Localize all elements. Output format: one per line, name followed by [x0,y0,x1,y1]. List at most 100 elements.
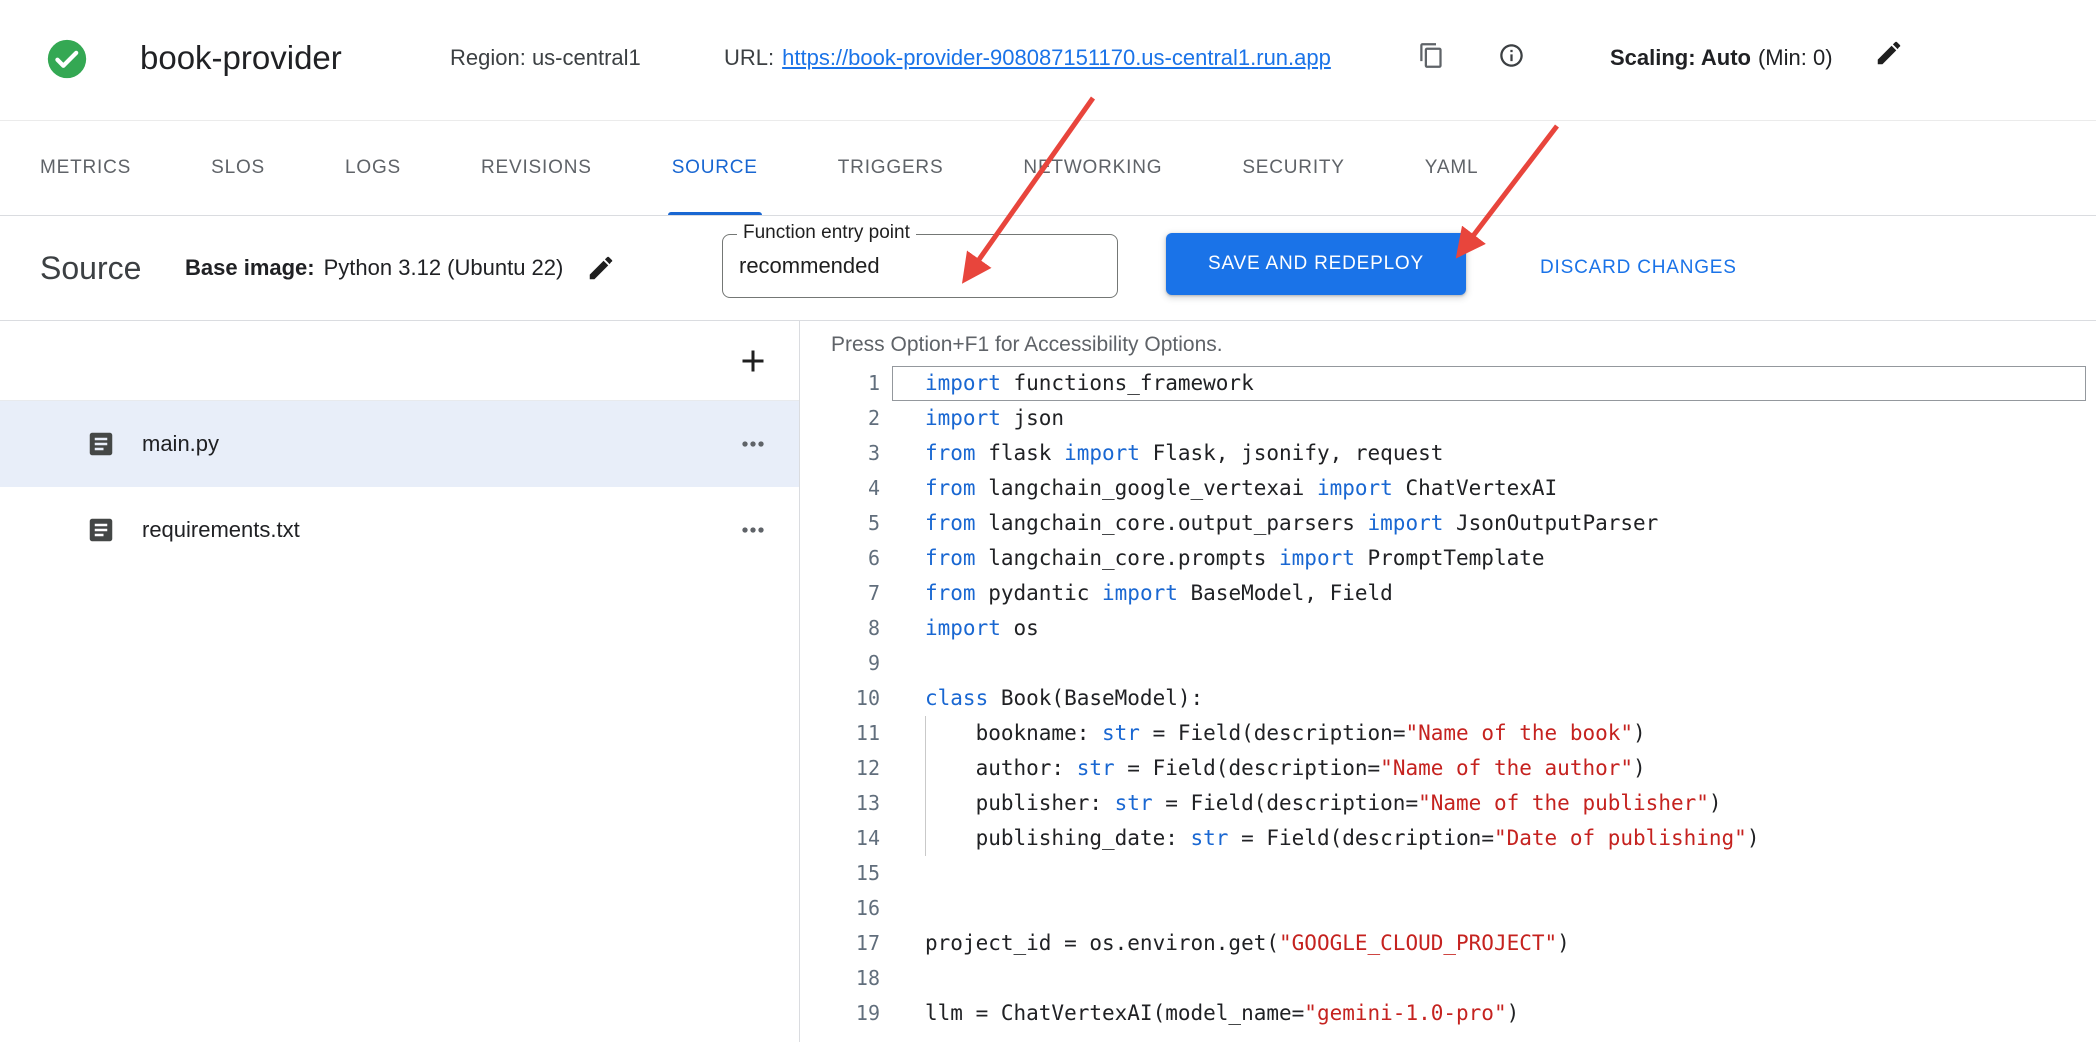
line-number: 18 [801,961,880,996]
line-code: import functions_framework [892,366,2086,401]
service-header: book-provider Region: us-central1 URL: ht… [0,0,2096,121]
tab-bar: METRICSSLOSLOGSREVISIONSSOURCETRIGGERSNE… [0,121,2096,216]
source-toolbar: Source Base image: Python 3.12 (Ubuntu 2… [0,216,2096,321]
line-code [892,961,2086,996]
tab-networking[interactable]: NETWORKING [983,121,1202,215]
check-circle-icon [44,36,90,82]
line-code: project_id = os.environ.get("GOOGLE_CLOU… [892,926,2086,961]
line-number: 11 [801,716,880,751]
code-line[interactable]: 1 import functions_framework [801,366,2096,401]
base-image-group: Base image: Python 3.12 (Ubuntu 22) [185,216,616,320]
line-number: 6 [801,541,880,576]
code-line[interactable]: 8 import os [801,611,2096,646]
save-redeploy-button[interactable]: SAVE AND REDEPLOY [1166,233,1466,295]
line-code: llm = ChatVertexAI(model_name="gemini-1.… [892,996,2086,1031]
line-number: 4 [801,471,880,506]
line-number: 1 [801,366,880,401]
line-number: 14 [801,821,880,856]
code-line[interactable]: 5 from langchain_core.output_parsers impo… [801,506,2096,541]
line-code: from langchain_google_vertexai import Ch… [892,471,2086,506]
discard-changes-button[interactable]: DISCARD CHANGES [1540,216,1737,320]
tab-security[interactable]: SECURITY [1202,121,1384,215]
line-code: class Book(BaseModel): [892,681,2086,716]
scaling-status: Scaling: Auto (Min: 0) [1610,45,1833,71]
code-line[interactable]: 19 llm = ChatVertexAI(model_name="gemini-… [801,996,2096,1031]
line-number: 15 [801,856,880,891]
tab-yaml[interactable]: YAML [1385,121,1519,215]
line-code: from flask import Flask, jsonify, reques… [892,436,2086,471]
code-line[interactable]: 17 project_id = os.environ.get("GOOGLE_CL… [801,926,2096,961]
add-file-button[interactable] [731,339,775,383]
code-line[interactable]: 7 from pydantic import BaseModel, Field [801,576,2096,611]
file-name: main.py [142,431,733,457]
line-number: 9 [801,646,880,681]
source-heading: Source [40,216,141,320]
line-number: 17 [801,926,880,961]
service-url-link[interactable]: https://book-provider-908087151170.us-ce… [782,45,1331,70]
line-code [892,856,2086,891]
line-number: 3 [801,436,880,471]
line-code: from pydantic import BaseModel, Field [892,576,2086,611]
tab-metrics[interactable]: METRICS [0,121,171,215]
line-number: 2 [801,401,880,436]
copy-url-button[interactable] [1418,42,1445,69]
tab-logs[interactable]: LOGS [305,121,441,215]
edit-scaling-button[interactable] [1874,38,1904,68]
line-number: 13 [801,786,880,821]
scaling-label: Scaling: Auto [1610,45,1751,70]
code-line[interactable]: 15 [801,856,2096,891]
info-button[interactable] [1498,42,1525,69]
line-code [892,646,2086,681]
function-entry-point-field: Function entry point [722,234,1118,298]
tab-triggers[interactable]: TRIGGERS [798,121,984,215]
document-icon [86,515,116,545]
info-icon [1498,42,1525,69]
code-line[interactable]: 14 publishing_date: str = Field(descript… [801,821,2096,856]
line-number: 12 [801,751,880,786]
scaling-min: (Min: 0) [1758,45,1833,70]
line-code: import os [892,611,2086,646]
tab-source[interactable]: SOURCE [632,121,798,215]
code-line[interactable]: 18 [801,961,2096,996]
line-code: from langchain_core.output_parsers impor… [892,506,2086,541]
document-icon [86,429,116,459]
line-number: 19 [801,996,880,1031]
line-code: author: str = Field(description="Name of… [892,751,2086,786]
code-lines: 1 import functions_framework2import json3… [801,366,2096,1031]
tab-slos[interactable]: SLOS [171,121,305,215]
region-label: Region: us-central1 [450,45,641,71]
edit-base-image-button[interactable] [586,253,616,283]
line-number: 5 [801,506,880,541]
plus-icon [735,343,771,379]
line-number: 10 [801,681,880,716]
line-number: 8 [801,611,880,646]
file-list: main.py requirements.txt [0,401,799,573]
file-more-button[interactable] [733,510,773,550]
pencil-icon [586,253,616,283]
code-line[interactable]: 6 from langchain_core.prompts import Prom… [801,541,2096,576]
entry-point-input[interactable] [723,235,1117,297]
file-row-main.py[interactable]: main.py [0,401,799,487]
entry-point-label: Function entry point [737,222,916,244]
url-label: URL: [724,45,774,70]
code-line[interactable]: 3 from flask import Flask, jsonify, reque… [801,436,2096,471]
code-line[interactable]: 12 author: str = Field(description="Name… [801,751,2096,786]
code-line[interactable]: 11 bookname: str = Field(description="Na… [801,716,2096,751]
accessibility-note: Press Option+F1 for Accessibility Option… [831,333,2096,357]
line-code: from langchain_core.prompts import Promp… [892,541,2086,576]
page-title: book-provider [140,36,342,80]
line-number: 7 [801,576,880,611]
code-line[interactable]: 4 from langchain_google_vertexai import C… [801,471,2096,506]
tab-revisions[interactable]: REVISIONS [441,121,632,215]
file-more-button[interactable] [733,424,773,464]
code-line[interactable]: 2import json [801,401,2096,436]
line-number: 16 [801,891,880,926]
code-line[interactable]: 9 [801,646,2096,681]
file-name: requirements.txt [142,517,733,543]
code-line[interactable]: 13 publisher: str = Field(description="N… [801,786,2096,821]
file-panel: main.py requirements.txt [0,321,800,1042]
file-row-requirements.txt[interactable]: requirements.txt [0,487,799,573]
code-line[interactable]: 16 [801,891,2096,926]
code-editor[interactable]: Press Option+F1 for Accessibility Option… [801,321,2096,1042]
code-line[interactable]: 10 class Book(BaseModel): [801,681,2096,716]
